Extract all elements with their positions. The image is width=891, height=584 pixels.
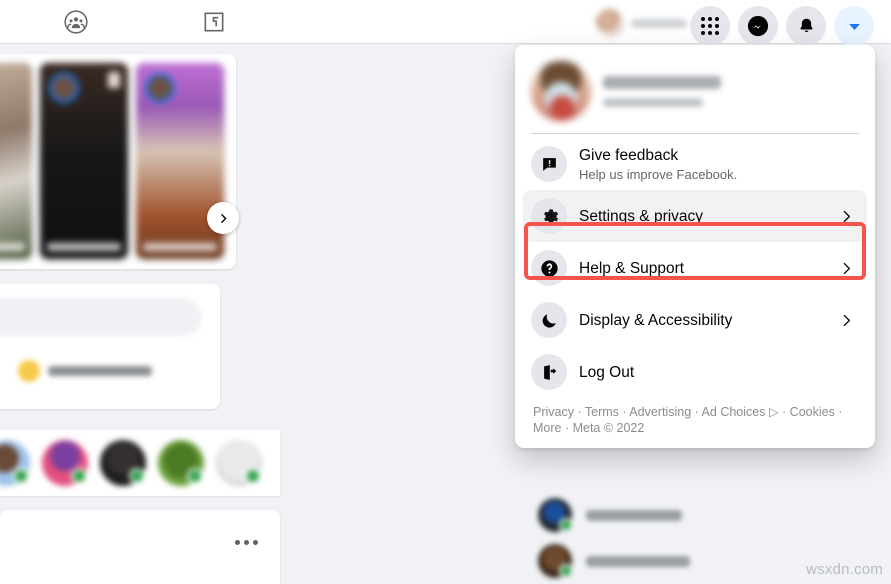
feedback-icon — [531, 146, 567, 182]
menu-item-sublabel: Help us improve Facebook. — [579, 166, 738, 182]
composer-action-label — [48, 366, 152, 376]
contact-avatar[interactable] — [216, 440, 262, 486]
avatar — [538, 544, 573, 578]
composer-feeling-action[interactable] — [18, 360, 152, 382]
story-author-ring — [145, 73, 175, 103]
story-label — [143, 243, 217, 251]
menu-item-text: Give feedback Help us improve Facebook. — [579, 146, 859, 183]
menu-item-text: Display & Accessibility — [579, 311, 826, 330]
chevron-right-icon — [220, 213, 226, 223]
story-label — [47, 243, 121, 251]
menu-item-label: Give feedback — [579, 146, 679, 164]
avatar — [596, 9, 624, 37]
contact-name — [586, 509, 682, 521]
chevron-right-icon — [838, 208, 859, 225]
dropdown-footer-links[interactable]: Privacy · Terms · Advertising · Ad Choic… — [523, 398, 867, 438]
menu-item-text: Log Out — [579, 363, 859, 382]
menu-item-log-out[interactable]: Log Out — [523, 346, 867, 398]
feed-post-card — [0, 510, 280, 584]
question-mark-icon — [531, 250, 567, 286]
contact-name — [586, 555, 690, 567]
profile-chip[interactable] — [596, 9, 695, 37]
groups-icon[interactable] — [59, 6, 93, 38]
account-caret-button[interactable] — [834, 6, 874, 46]
avatar — [538, 498, 573, 532]
smiley-icon — [18, 360, 40, 382]
chevron-down-icon — [848, 23, 860, 30]
menu-item-text: Settings & privacy — [579, 207, 826, 226]
contact-avatar[interactable] — [0, 440, 30, 486]
avatar — [531, 61, 591, 121]
menu-item-label: Settings & privacy — [579, 207, 704, 225]
stories-next-button[interactable] — [207, 202, 239, 234]
watermark: wsxdn.com — [806, 561, 883, 578]
moon-icon — [531, 302, 567, 338]
story-author-ring — [49, 73, 79, 103]
contact-avatar[interactable] — [158, 440, 204, 486]
grid-icon — [701, 17, 719, 35]
footer-links-text: Privacy · Terms · Advertising · Ad Choic… — [533, 405, 843, 435]
chevron-right-icon — [838, 312, 859, 329]
account-text — [603, 75, 721, 107]
gear-icon — [531, 198, 567, 234]
menu-item-give-feedback[interactable]: Give feedback Help us improve Facebook. — [523, 138, 867, 190]
messenger-icon — [747, 15, 769, 37]
post-more-options-icon[interactable] — [235, 540, 258, 545]
menu-item-label: Display & Accessibility — [579, 311, 733, 329]
bell-icon — [799, 18, 813, 32]
menu-item-label: Help & Support — [579, 259, 685, 277]
account-name — [603, 75, 721, 89]
list-item[interactable] — [538, 492, 878, 538]
profile-chip-name — [631, 18, 687, 28]
notifications-button[interactable] — [786, 6, 826, 46]
contacts-avatar-strip — [0, 430, 280, 496]
menu-item-label: Log Out — [579, 363, 635, 381]
divider — [531, 133, 859, 134]
menu-grid-button[interactable] — [690, 6, 730, 46]
messenger-button[interactable] — [738, 6, 778, 46]
menu-item-settings-privacy[interactable]: Settings & privacy — [523, 190, 867, 242]
story-label — [0, 243, 25, 251]
story-card[interactable] — [40, 63, 128, 259]
screenshot-root: Give feedback Help us improve Facebook. … — [0, 0, 891, 584]
stories-carousel — [0, 54, 236, 269]
menu-item-text: Help & Support — [579, 259, 826, 278]
top-navigation-bar — [0, 0, 891, 46]
chevron-right-icon — [838, 260, 859, 277]
account-profile-row[interactable] — [523, 53, 867, 131]
contact-avatar[interactable] — [42, 440, 88, 486]
menu-item-help-support[interactable]: Help & Support — [523, 242, 867, 294]
account-subtitle — [603, 97, 703, 107]
post-composer — [0, 284, 220, 409]
composer-input[interactable] — [0, 298, 202, 336]
logout-icon — [531, 354, 567, 390]
story-card[interactable] — [136, 63, 224, 259]
gaming-icon[interactable] — [197, 6, 231, 38]
story-badge — [108, 72, 120, 88]
menu-item-display-accessibility[interactable]: Display & Accessibility — [523, 294, 867, 346]
contact-avatar[interactable] — [100, 440, 146, 486]
account-dropdown-menu: Give feedback Help us improve Facebook. … — [515, 45, 875, 448]
story-card[interactable] — [0, 63, 32, 259]
